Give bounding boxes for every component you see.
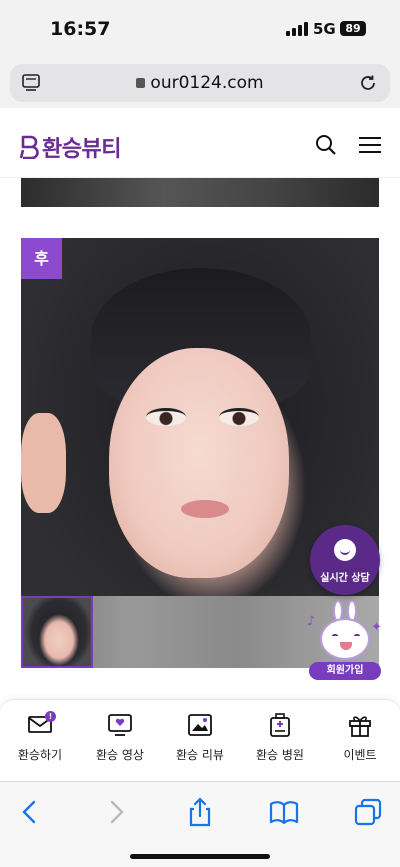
nav-item-event[interactable]: 이벤트 bbox=[320, 712, 400, 763]
status-time: 16:57 bbox=[50, 18, 111, 40]
search-icon[interactable] bbox=[315, 134, 337, 156]
nav-label: 환승 리뷰 bbox=[176, 748, 224, 762]
music-note-icon: ♪ bbox=[307, 614, 316, 629]
photo-eye-right bbox=[219, 408, 259, 426]
nav-item-review[interactable]: 환승 리뷰 bbox=[160, 712, 240, 763]
photo-hand bbox=[21, 413, 66, 513]
notification-badge: ! bbox=[45, 711, 56, 722]
chat-label: 실시간 상담 bbox=[320, 573, 370, 584]
after-badge: 후 bbox=[21, 238, 62, 279]
thumbnail-selected[interactable] bbox=[21, 596, 93, 668]
bottom-nav: ! 환승하기 환승 영상 환승 리뷰 환승 병원 이벤트 bbox=[0, 699, 400, 781]
share-icon[interactable] bbox=[184, 796, 216, 828]
browser-toolbar bbox=[0, 781, 400, 867]
video-heart-icon bbox=[108, 714, 132, 736]
photo-eye-left bbox=[146, 408, 186, 426]
nav-item-hospital[interactable]: 환승 병원 bbox=[240, 712, 320, 763]
sparkle-icon: ✦ bbox=[371, 620, 382, 635]
nav-item-video[interactable]: 환승 영상 bbox=[80, 712, 160, 763]
nav-label: 이벤트 bbox=[343, 748, 377, 762]
previous-image-strip bbox=[21, 178, 379, 207]
bookmarks-icon[interactable] bbox=[268, 796, 300, 828]
address-bar[interactable]: our0124.com bbox=[10, 64, 390, 102]
screen: 16:57 5G 89 our0124.com 환승뷰티 후 실시간 상담 ♪ … bbox=[0, 0, 400, 867]
logo-mark-icon bbox=[20, 135, 39, 159]
brand-name: 환승뷰티 bbox=[42, 137, 121, 162]
signup-label: 회원가입 bbox=[309, 662, 381, 680]
nav-item-transfer[interactable]: ! 환승하기 bbox=[0, 711, 80, 763]
back-icon[interactable] bbox=[14, 796, 46, 828]
home-indicator bbox=[130, 854, 270, 859]
url-text: our0124.com bbox=[150, 73, 264, 93]
reload-icon[interactable] bbox=[358, 73, 378, 93]
browser-address-area: our0124.com bbox=[0, 58, 400, 108]
status-bar: 16:57 5G 89 bbox=[0, 0, 400, 58]
nav-label: 환승 병원 bbox=[256, 748, 304, 762]
photo-lips bbox=[181, 500, 229, 518]
lock-icon bbox=[136, 78, 146, 88]
nav-label: 환승 영상 bbox=[96, 748, 144, 762]
tabs-icon[interactable] bbox=[352, 796, 384, 828]
hospital-icon bbox=[270, 713, 290, 737]
url-display[interactable]: our0124.com bbox=[10, 73, 390, 93]
bunny-mascot-icon bbox=[320, 618, 370, 660]
forward-icon[interactable] bbox=[100, 796, 132, 828]
network-type: 5G bbox=[313, 20, 336, 38]
battery-icon: 89 bbox=[340, 21, 366, 36]
photo-face bbox=[109, 348, 289, 578]
gift-icon bbox=[349, 716, 371, 737]
hamburger-menu-icon[interactable] bbox=[358, 136, 382, 154]
live-chat-button[interactable]: 실시간 상담 bbox=[310, 525, 380, 595]
site-header: 환승뷰티 bbox=[0, 108, 400, 178]
nav-label: 환승하기 bbox=[17, 748, 63, 762]
site-logo[interactable]: 환승뷰티 bbox=[20, 131, 121, 163]
photo-review-icon bbox=[188, 714, 212, 736]
signal-icon bbox=[286, 22, 308, 36]
signup-button[interactable]: ♪ ✦ 회원가입 bbox=[305, 600, 385, 682]
chat-icon bbox=[334, 539, 356, 561]
